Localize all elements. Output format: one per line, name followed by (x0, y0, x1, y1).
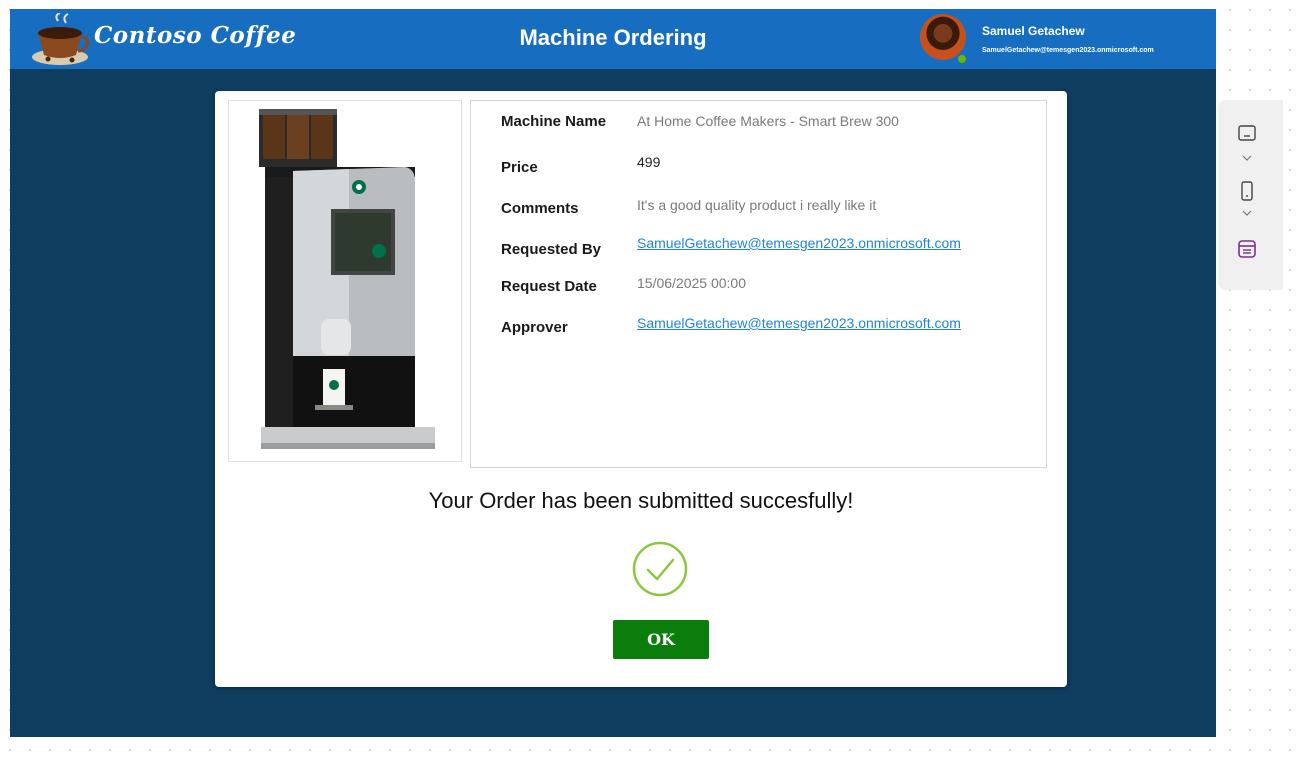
approver-label: Approver (501, 319, 568, 336)
approver-link[interactable]: SamuelGetachew@temesgen2023.onmicrosoft.… (637, 315, 961, 331)
header-bar: Contoso Coffee Machine Ordering Samuel G… (10, 9, 1216, 69)
tablet-layout-icon[interactable] (1236, 122, 1258, 144)
form-icon[interactable] (1236, 238, 1258, 260)
user-email: SamuelGetachew@temesgen2023.onmicrosoft.… (982, 47, 1154, 54)
layout-side-panel (1218, 100, 1283, 290)
request-date-label: Request Date (501, 278, 597, 295)
coffee-machine-image (259, 109, 435, 449)
requested-by-link[interactable]: SamuelGetachew@temesgen2023.onmicrosoft.… (637, 235, 961, 251)
order-details-panel: Machine Name At Home Coffee Makers - Sma… (470, 100, 1047, 468)
comments-label: Comments (501, 200, 579, 217)
presence-status-icon (956, 53, 968, 65)
order-confirmation-card: Machine Name At Home Coffee Makers - Sma… (215, 91, 1067, 687)
price-value: 499 (637, 154, 661, 170)
ok-button[interactable]: OK (613, 620, 709, 659)
machine-name-value: At Home Coffee Makers - Smart Brew 300 (637, 113, 899, 129)
success-message: Your Order has been submitted succesfull… (428, 488, 854, 513)
check-circle-icon (632, 541, 688, 597)
chevron-down-icon[interactable] (1240, 208, 1254, 218)
comments-value: It's a good quality product i really lik… (637, 197, 877, 213)
app-canvas: Contoso Coffee Machine Ordering Samuel G… (10, 9, 1216, 737)
phone-layout-icon[interactable] (1236, 180, 1258, 202)
price-label: Price (501, 159, 538, 176)
user-name: Samuel Getachew (982, 24, 1085, 38)
machine-image-frame (228, 100, 462, 462)
requested-by-label: Requested By (501, 241, 602, 258)
machine-name-label: Machine Name (501, 113, 607, 130)
chevron-down-icon[interactable] (1240, 153, 1254, 163)
request-date-value: 15/06/2025 00:00 (637, 275, 746, 291)
